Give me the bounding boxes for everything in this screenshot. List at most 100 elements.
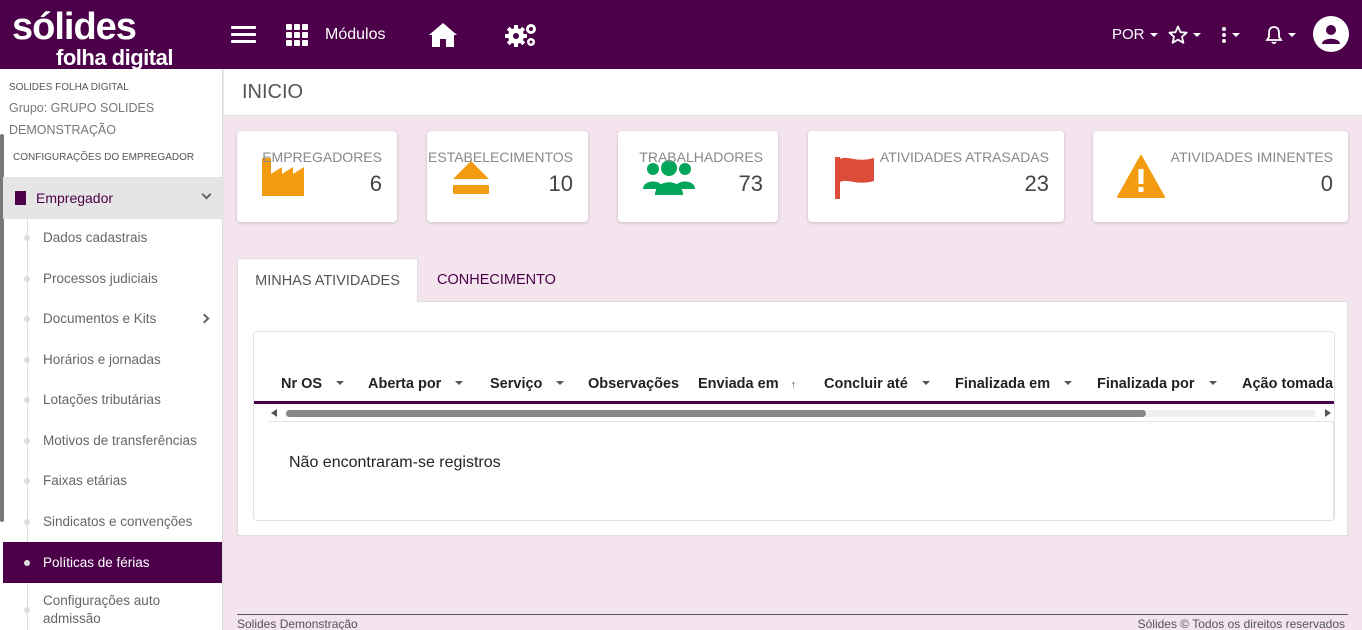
sidebar-item-label: Configurações auto admissão	[43, 592, 161, 626]
column-header-observacoes[interactable]: Observações	[588, 376, 679, 392]
column-header-finalizada-em[interactable]: Finalizada em	[955, 376, 1073, 392]
footer: Solides Demonstração Sólides © Todos os …	[237, 614, 1348, 630]
top-bar: sólides folha digital Módulos POR	[0, 0, 1362, 70]
activities-table: Nr OS Aberta por Serviço Observações Env…	[253, 331, 1335, 521]
modules-button[interactable]: Módulos	[286, 0, 385, 69]
notifications-dropdown[interactable]	[1265, 0, 1296, 69]
sort-icon	[556, 381, 565, 385]
chevron-down-icon	[1232, 32, 1240, 37]
language-label: POR	[1112, 26, 1145, 43]
vertical-dots-icon	[1222, 26, 1226, 43]
gears-icon	[505, 23, 536, 47]
column-header-aberta-por[interactable]: Aberta por	[368, 376, 464, 392]
sort-icon	[1064, 381, 1073, 385]
table-header: Nr OS Aberta por Serviço Observações Env…	[254, 362, 1334, 404]
chevron-down-icon	[1193, 32, 1201, 37]
employer-config-heading: CONFIGURAÇÕES DO EMPREGADOR	[13, 152, 195, 163]
sidebar: SOLIDES FOLHA DIGITAL Grupo: GRUPO SOLID…	[0, 69, 223, 630]
stat-card-empregadores[interactable]: EMPREGADORES 6	[237, 131, 397, 222]
column-header-finalizada-por[interactable]: Finalizada por	[1097, 376, 1217, 392]
stat-card-atividades-iminentes[interactable]: ATIVIDADES IMINENTES 0	[1093, 131, 1348, 222]
stat-value: 10	[548, 171, 573, 196]
stat-value: 23	[1024, 171, 1049, 196]
bell-icon	[1265, 25, 1283, 44]
bullet-icon	[24, 519, 30, 525]
grid-icon	[286, 23, 308, 46]
column-header-servico[interactable]: Serviço	[490, 376, 565, 392]
flag-icon	[835, 157, 874, 199]
sidebar-item-label: Sindicatos e convenções	[43, 514, 193, 529]
page-header: INICIO	[224, 69, 1362, 116]
eject-icon	[453, 161, 489, 194]
tab-content: Nr OS Aberta por Serviço Observações Env…	[237, 301, 1348, 536]
sidebar-item-label: Políticas de férias	[43, 555, 150, 570]
user-avatar[interactable]	[1313, 16, 1349, 52]
stat-label: ATIVIDADES IMINENTES	[1170, 149, 1333, 165]
sidebar-item-configuracoes-auto-admissao[interactable]: Configurações auto admissão	[3, 589, 203, 630]
stat-label: TRABALHADORES	[639, 149, 763, 165]
sort-icon	[921, 381, 930, 385]
more-options-dropdown[interactable]	[1221, 0, 1240, 69]
sort-icon	[1208, 381, 1217, 385]
bullet-icon	[24, 276, 30, 282]
settings-button[interactable]	[504, 0, 538, 69]
menu-toggle-button[interactable]	[231, 0, 256, 69]
sort-icon	[336, 381, 345, 385]
scroll-right-icon[interactable]	[1325, 409, 1331, 417]
horizontal-scrollbar[interactable]	[269, 407, 1334, 419]
bullet-icon	[24, 357, 30, 363]
warning-icon	[1117, 155, 1165, 198]
solides-logo[interactable]: sólides folha digital	[12, 6, 182, 70]
column-header-concluir-ate[interactable]: Concluir até	[824, 376, 930, 392]
sort-icon	[455, 381, 464, 385]
star-icon	[1168, 25, 1188, 44]
bullet-icon	[24, 235, 30, 241]
footer-copyright: Sólides © Todos os direitos reservados	[1137, 617, 1345, 630]
sidebar-item-horarios-e-jornadas[interactable]: Horários e jornadas	[3, 339, 222, 380]
bullet-icon	[24, 438, 30, 444]
sidebar-item-dados-cadastrais[interactable]: Dados cadastrais	[3, 217, 222, 258]
column-header-enviada-em[interactable]: Enviada em ↑	[698, 376, 796, 392]
sidebar-section-empregador[interactable]: Empregador	[3, 177, 222, 219]
stat-card-trabalhadores[interactable]: TRABALHADORES 73	[618, 131, 778, 222]
stat-value: 73	[738, 171, 763, 196]
chevron-right-icon	[199, 313, 210, 324]
bullet-icon	[24, 560, 30, 566]
sidebar-item-motivos-de-transferencias[interactable]: Motivos de transferências	[3, 420, 222, 461]
stat-value: 6	[369, 171, 382, 196]
scrollbar-thumb[interactable]	[286, 410, 1146, 417]
organization-name: SOLIDES FOLHA DIGITAL	[9, 82, 129, 93]
logo-product-text: folha digital	[56, 45, 173, 70]
sidebar-item-label: Lotações tributárias	[43, 392, 161, 407]
stat-label: ATIVIDADES ATRASADAS	[879, 149, 1049, 165]
home-button[interactable]	[428, 0, 458, 69]
activities-panel: Nr OS Aberta por Serviço Observações Env…	[237, 258, 1348, 536]
bullet-icon	[24, 607, 30, 613]
language-dropdown[interactable]: POR	[1112, 0, 1158, 69]
column-header-nr-os[interactable]: Nr OS	[281, 376, 345, 392]
column-header-acao-tomada[interactable]: Ação tomada	[1242, 376, 1333, 392]
sidebar-item-label: Faixas etárias	[43, 473, 128, 488]
sidebar-item-faixas-etarias[interactable]: Faixas etárias	[3, 460, 222, 501]
sidebar-item-lotacoes-tributarias[interactable]: Lotações tributárias	[3, 379, 222, 420]
sidebar-item-label: Processos judiciais	[43, 271, 158, 286]
stat-label: ESTABELECIMENTOS	[428, 149, 573, 165]
sidebar-item-sindicatos-e-convencoes[interactable]: Sindicatos e convenções	[3, 501, 222, 542]
stat-card-atividades-atrasadas[interactable]: ATIVIDADES ATRASADAS 23	[808, 131, 1064, 222]
stat-label: EMPREGADORES	[262, 149, 382, 165]
sidebar-item-politicas-de-ferias[interactable]: Políticas de férias	[3, 542, 222, 583]
scroll-left-icon[interactable]	[271, 409, 277, 417]
tab-conhecimento[interactable]: CONHECIMENTO	[437, 258, 556, 302]
bullet-icon	[24, 316, 30, 322]
tab-minhas-atividades[interactable]: MINHAS ATIVIDADES	[237, 258, 418, 302]
sidebar-item-documentos-e-kits[interactable]: Documentos e Kits	[3, 298, 222, 339]
stat-card-estabelecimentos[interactable]: ESTABELECIMENTOS 10	[427, 131, 588, 222]
building-icon	[15, 191, 26, 205]
sidebar-item-processos-judiciais[interactable]: Processos judiciais	[3, 258, 222, 299]
chevron-down-icon	[1149, 32, 1158, 37]
favorites-dropdown[interactable]	[1168, 0, 1201, 69]
sidebar-item-label: Motivos de transferências	[43, 433, 197, 448]
sort-ascending-icon: ↑	[790, 379, 797, 391]
home-icon	[429, 22, 457, 47]
user-icon	[1322, 25, 1340, 44]
